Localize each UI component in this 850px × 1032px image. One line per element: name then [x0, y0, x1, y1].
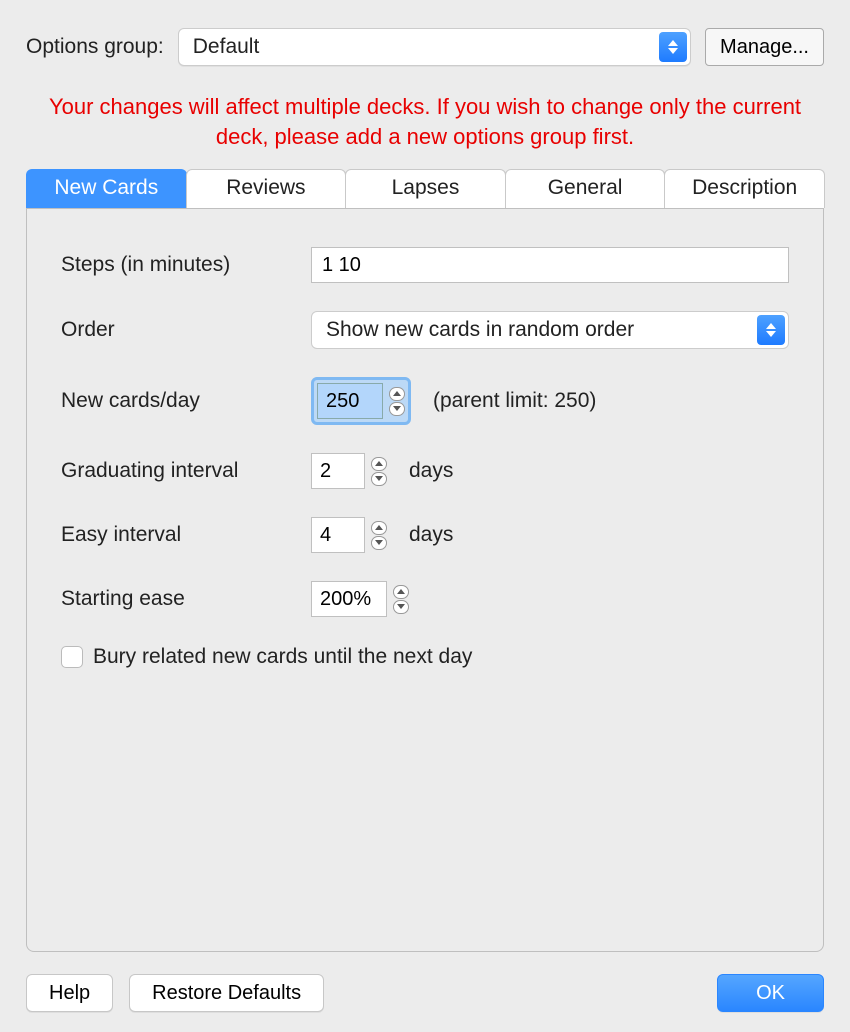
tab-reviews[interactable]: Reviews — [186, 169, 347, 208]
parent-limit-text: (parent limit: 250) — [433, 389, 596, 413]
graduating-interval-label: Graduating interval — [61, 459, 311, 483]
steps-label: Steps (in minutes) — [61, 253, 311, 277]
updown-arrows-icon — [757, 315, 785, 345]
stepper-arrows-icon[interactable] — [393, 584, 409, 614]
days-suffix: days — [409, 523, 453, 547]
bury-checkbox[interactable] — [61, 646, 83, 668]
tab-description[interactable]: Description — [664, 169, 825, 208]
starting-ease-label: Starting ease — [61, 587, 311, 611]
restore-defaults-button[interactable]: Restore Defaults — [129, 974, 324, 1012]
options-group-label: Options group: — [26, 35, 164, 59]
bury-label: Bury related new cards until the next da… — [93, 645, 472, 669]
new-cards-day-input[interactable] — [317, 383, 383, 419]
steps-input[interactable] — [311, 247, 789, 283]
starting-ease-input[interactable] — [311, 581, 387, 617]
tab-bar: New Cards Reviews Lapses General Descrip… — [26, 169, 824, 209]
days-suffix: days — [409, 459, 453, 483]
stepper-arrows-icon[interactable] — [371, 456, 387, 486]
focus-ring — [311, 377, 411, 425]
new-cards-panel: Steps (in minutes) Order Show new cards … — [26, 209, 824, 952]
easy-interval-label: Easy interval — [61, 523, 311, 547]
order-label: Order — [61, 318, 311, 342]
tab-lapses[interactable]: Lapses — [345, 169, 506, 208]
updown-arrows-icon — [659, 32, 687, 62]
help-button[interactable]: Help — [26, 974, 113, 1012]
order-select[interactable]: Show new cards in random order — [311, 311, 789, 349]
options-group-select[interactable]: Default — [178, 28, 691, 66]
stepper-arrows-icon[interactable] — [371, 520, 387, 550]
new-cards-day-label: New cards/day — [61, 389, 311, 413]
order-value: Show new cards in random order — [326, 318, 634, 342]
manage-button[interactable]: Manage... — [705, 28, 824, 66]
tab-general[interactable]: General — [505, 169, 666, 208]
options-group-value: Default — [193, 35, 260, 59]
ok-button[interactable]: OK — [717, 974, 824, 1012]
tab-new-cards[interactable]: New Cards — [26, 169, 187, 208]
stepper-arrows-icon[interactable] — [389, 386, 405, 416]
easy-interval-input[interactable] — [311, 517, 365, 553]
warning-text: Your changes will affect multiple decks.… — [26, 84, 824, 169]
graduating-interval-input[interactable] — [311, 453, 365, 489]
